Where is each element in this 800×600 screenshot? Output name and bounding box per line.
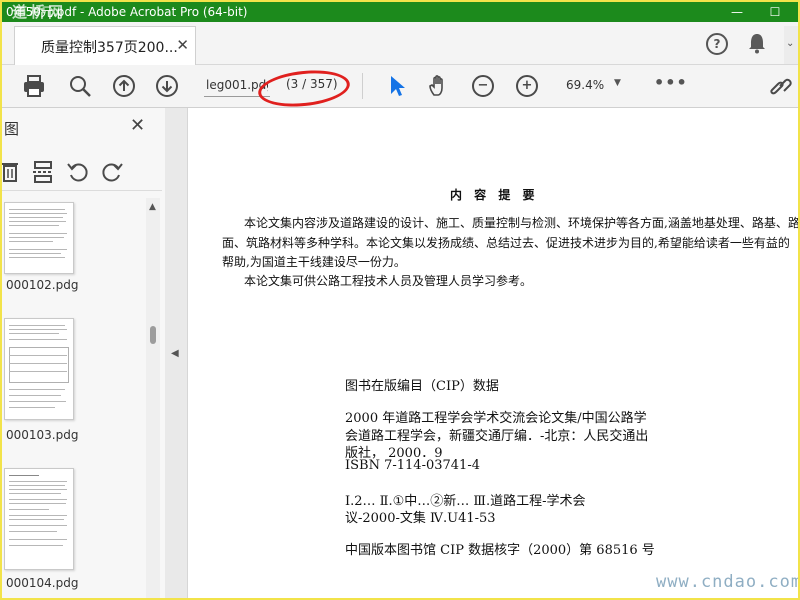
zoom-level[interactable]: 69.4% [566, 78, 604, 92]
cip-heading: 图书在版编目（CIP）数据 [345, 379, 499, 394]
panel-toolbar [2, 154, 162, 191]
tab-bar: 质量控制357页200... ✕ ? ⌄ [2, 22, 798, 65]
chevron-down-icon[interactable]: ⌄ [786, 38, 794, 49]
toolbar-divider [362, 73, 363, 99]
rotate-left-icon[interactable] [66, 160, 90, 184]
cip-line: 议-2000-文集 Ⅳ.U41-53 [345, 511, 496, 526]
hand-icon[interactable] [427, 74, 451, 98]
tab-scroll-area: ⌄ [784, 26, 798, 64]
page-thumbnail[interactable] [4, 202, 74, 274]
tab-close-icon[interactable]: ✕ [176, 36, 189, 54]
thumbnail-scrollbar[interactable]: ▲ [146, 198, 160, 598]
prev-page-icon[interactable] [112, 74, 136, 98]
site-watermark: www.cndao.com [656, 572, 798, 592]
link-icon[interactable] [768, 74, 792, 98]
summary-heading: 内 容 提 要 [450, 188, 539, 202]
more-tools-icon[interactable]: ••• [654, 73, 688, 92]
title-bar: 0年50元.pdf - Adobe Acrobat Pro (64-bit) 道… [2, 2, 798, 22]
thumbnail-label: 000104.pdg [6, 576, 79, 590]
document-view[interactable]: 内 容 提 要 本论文集内容涉及道路建设的设计、施工、质量控制与检测、环境保护等… [188, 108, 798, 598]
collapse-left-icon[interactable]: ◀ [171, 348, 179, 359]
document-tab[interactable]: 质量控制357页200... ✕ [14, 26, 196, 65]
cip-line: ISBN 7-114-03741-4 [345, 458, 480, 473]
search-icon[interactable] [68, 74, 92, 98]
minimize-button[interactable]: — [726, 2, 748, 22]
summary-line: 面、筑路材料等多种学科。本论文集以发扬成绩、总结过去、促进技术进步为目的,希望能… [222, 236, 790, 250]
page-thumbnail[interactable] [4, 468, 74, 570]
summary-line: 帮助,为国道主干线建设尽一份力。 [222, 255, 406, 269]
thumbnail-list: 000102.pdg 000103.pdg 000104.pdg [2, 198, 147, 598]
scrollbar-thumb[interactable] [150, 326, 156, 344]
summary-line: 本论文集可供公路工程技术人员及管理人员学习参考。 [244, 274, 533, 288]
watermark-logo: 道桥网 [12, 3, 67, 21]
rotate-right-icon[interactable] [100, 160, 124, 184]
page-thumbnails-panel: 图 ✕ 000102.pdg 000103.pdg 000104.pdg ▲ [2, 108, 166, 598]
acrobat-window: 0年50元.pdf - Adobe Acrobat Pro (64-bit) 道… [2, 2, 798, 598]
cip-line: 2000 年道路工程学会学术交流会论文集/中国公路学 [345, 411, 647, 426]
thumbnail-label: 000103.pdg [6, 428, 79, 442]
zoom-in-icon[interactable]: + [516, 75, 538, 97]
bell-icon[interactable] [747, 32, 767, 54]
zoom-dropdown-icon[interactable]: ▼ [614, 78, 621, 88]
panel-collapse-handle[interactable]: ◀ [165, 108, 188, 598]
next-page-icon[interactable] [155, 74, 179, 98]
summary-line: 本论文集内容涉及道路建设的设计、施工、质量控制与检测、环境保护等各方面,涵盖地基… [244, 216, 798, 230]
select-cursor-icon[interactable] [388, 74, 412, 98]
panel-title: 图 [4, 120, 20, 138]
zoom-out-icon[interactable]: − [472, 75, 494, 97]
page-thumbnail[interactable] [4, 318, 74, 420]
help-icon[interactable]: ? [706, 33, 728, 55]
insert-icon[interactable] [32, 160, 54, 184]
delete-icon[interactable] [2, 160, 20, 184]
scroll-up-icon[interactable]: ▲ [149, 202, 156, 212]
cip-line: 中国版本图书馆 CIP 数据核字（2000）第 68516 号 [345, 543, 655, 558]
print-icon[interactable] [22, 74, 46, 98]
panel-close-icon[interactable]: ✕ [130, 115, 145, 136]
maximize-button[interactable]: ☐ [764, 2, 786, 22]
tab-title: 质量控制357页200... [41, 40, 178, 56]
main-toolbar: (3 / 357) − + 69.4% ▼ ••• [2, 65, 798, 108]
thumbnail-label: 000102.pdg [6, 278, 79, 292]
